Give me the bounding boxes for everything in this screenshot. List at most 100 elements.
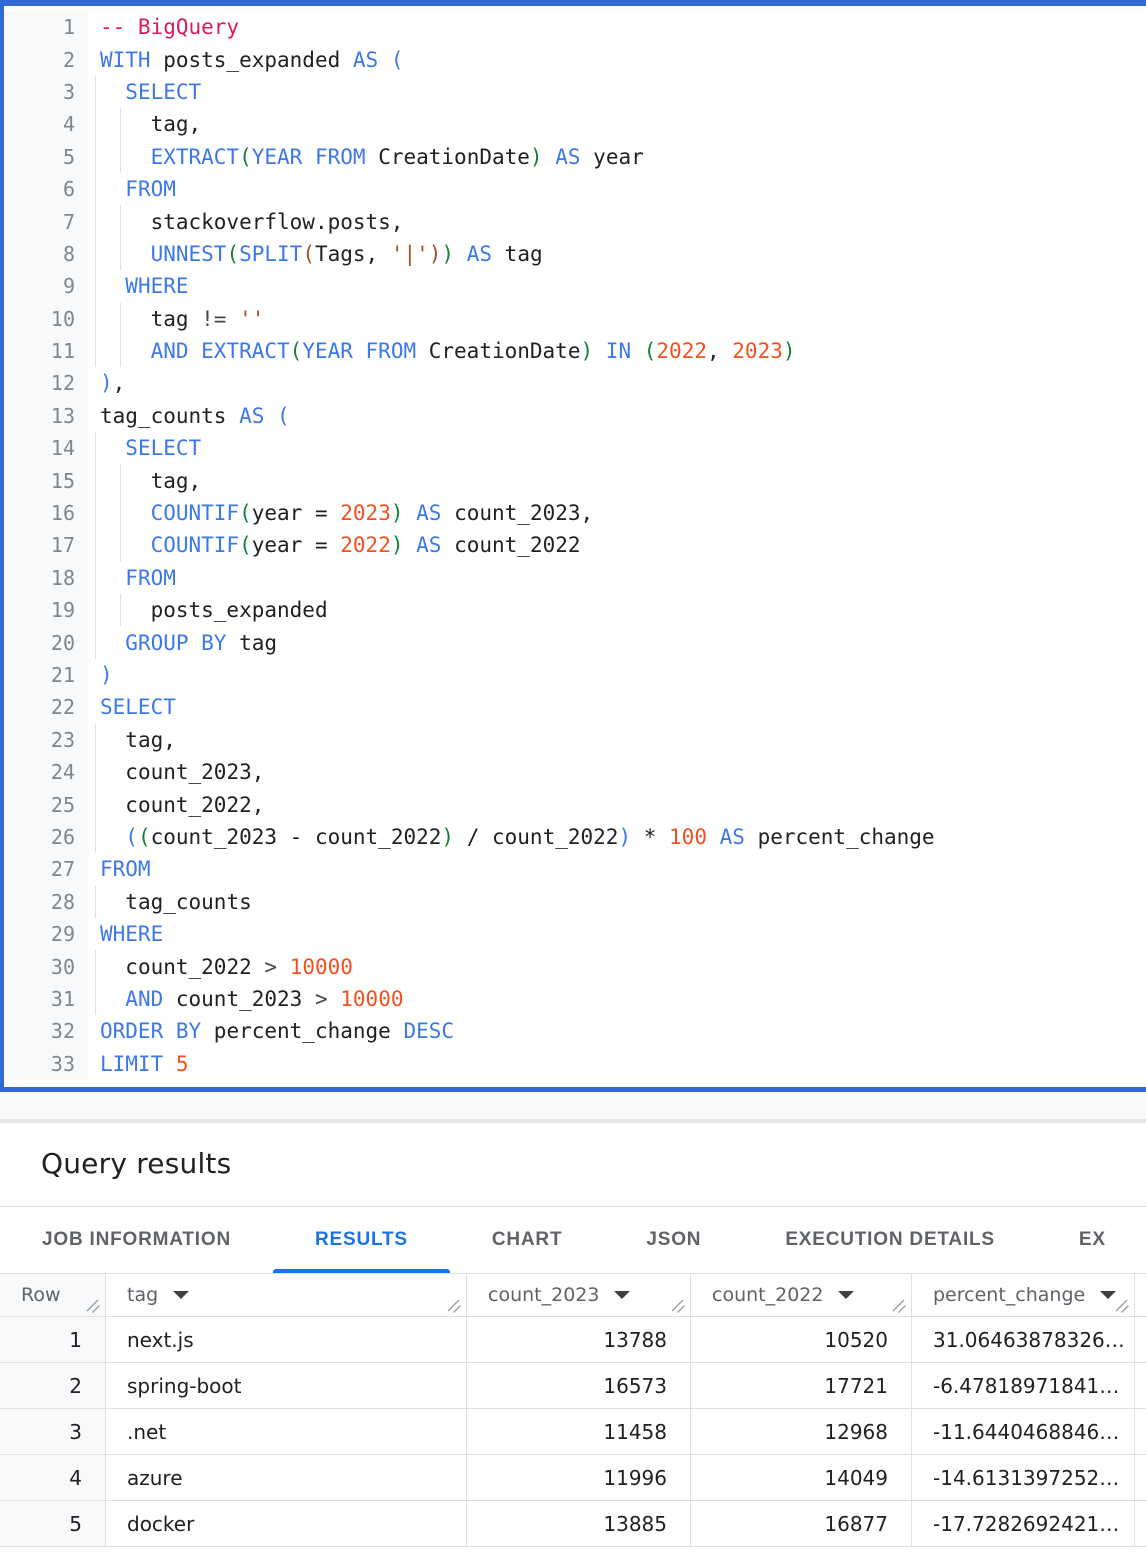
token-kw: ORDER BY bbox=[100, 1019, 201, 1043]
code-text[interactable]: ((count_2023 - count_2022) / count_2022)… bbox=[88, 825, 935, 849]
sql-editor[interactable]: 1-- BigQuery2WITH posts_expanded AS (3 S… bbox=[0, 0, 1146, 1092]
column-header-count_2023[interactable]: count_2023 bbox=[467, 1274, 691, 1316]
code-text[interactable]: count_2022, bbox=[88, 793, 264, 817]
token-b2: ) bbox=[441, 825, 454, 849]
column-menu-arrow-icon[interactable] bbox=[1100, 1291, 1116, 1299]
column-menu-arrow-icon[interactable] bbox=[614, 1291, 630, 1299]
column-header-count_2022[interactable]: count_2022 bbox=[691, 1274, 912, 1316]
cell-tag: next.js bbox=[106, 1317, 467, 1362]
panel-separator-band bbox=[0, 1092, 1146, 1119]
cell-tag: azure bbox=[106, 1455, 467, 1500]
token-b2: ) bbox=[441, 242, 454, 266]
token-id: count_2023, bbox=[441, 501, 593, 525]
code-text[interactable]: COUNTIF(year = 2023) AS count_2023, bbox=[88, 501, 593, 525]
token-op: > bbox=[315, 987, 328, 1011]
token-id: year = bbox=[252, 533, 341, 557]
indent-guide bbox=[95, 529, 96, 561]
code-text[interactable]: GROUP BY tag bbox=[88, 631, 277, 655]
code-text[interactable]: SELECT bbox=[88, 80, 201, 104]
token-kw: EXTRACT bbox=[151, 145, 240, 169]
column-header-label: percent_change bbox=[933, 1284, 1085, 1306]
line-number: 6 bbox=[4, 173, 88, 205]
tab-execution-details[interactable]: EXECUTION DETAILS bbox=[743, 1207, 1037, 1273]
code-line: 17 COUNTIF(year = 2022) AS count_2022 bbox=[4, 529, 1146, 561]
code-text[interactable]: SELECT bbox=[88, 695, 176, 719]
column-resize-grip-icon[interactable] bbox=[86, 1299, 100, 1313]
column-resize-grip-icon[interactable] bbox=[1115, 1299, 1129, 1313]
token-b1: ) bbox=[618, 825, 631, 849]
line-number: 29 bbox=[4, 918, 88, 950]
token-id: percent_change bbox=[201, 1019, 403, 1043]
table-row: 2spring-boot1657317721-6.47818971841… bbox=[0, 1363, 1146, 1409]
code-text[interactable]: SELECT bbox=[88, 436, 201, 460]
code-text[interactable]: FROM bbox=[88, 566, 176, 590]
code-line: 33LIMIT 5 bbox=[4, 1048, 1146, 1080]
code-text[interactable]: LIMIT 5 bbox=[88, 1052, 189, 1076]
code-line: 1-- BigQuery bbox=[4, 11, 1146, 43]
code-text[interactable]: AND EXTRACT(YEAR FROM CreationDate) IN (… bbox=[88, 339, 796, 363]
code-text[interactable]: FROM bbox=[88, 857, 151, 881]
column-header-tag[interactable]: tag bbox=[106, 1274, 467, 1316]
code-text[interactable]: posts_expanded bbox=[88, 598, 328, 622]
indent-guide bbox=[120, 464, 121, 496]
code-text[interactable]: count_2023, bbox=[88, 760, 264, 784]
code-text[interactable]: tag_counts bbox=[88, 890, 252, 914]
token-kw: AS bbox=[720, 825, 745, 849]
code-text[interactable]: tag_counts AS ( bbox=[88, 404, 290, 428]
indent-guide bbox=[120, 497, 121, 529]
indent-guide bbox=[95, 108, 96, 140]
token-num: 10000 bbox=[290, 955, 353, 979]
code-text[interactable]: EXTRACT(YEAR FROM CreationDate) AS year bbox=[88, 145, 644, 169]
line-number: 31 bbox=[4, 983, 88, 1015]
token-b2: ( bbox=[226, 242, 239, 266]
tab-results[interactable]: RESULTS bbox=[273, 1207, 450, 1273]
token-kw: AS bbox=[467, 242, 492, 266]
cell-row: 3 bbox=[0, 1409, 106, 1454]
tab-chart[interactable]: CHART bbox=[450, 1207, 605, 1273]
code-text[interactable]: tag != '' bbox=[88, 307, 264, 331]
code-text[interactable]: COUNTIF(year = 2022) AS count_2022 bbox=[88, 533, 581, 557]
token-id: count_2023 - count_2022 bbox=[151, 825, 442, 849]
code-text[interactable]: -- BigQuery bbox=[88, 15, 239, 39]
code-line: 3 SELECT bbox=[4, 76, 1146, 108]
column-resize-grip-icon[interactable] bbox=[447, 1299, 461, 1313]
code-line: 5 EXTRACT(YEAR FROM CreationDate) AS yea… bbox=[4, 141, 1146, 173]
code-text[interactable]: AND count_2023 > 10000 bbox=[88, 987, 403, 1011]
cell-count_2023: 13885 bbox=[467, 1501, 691, 1546]
code-text[interactable]: count_2022 > 10000 bbox=[88, 955, 353, 979]
column-resize-grip-icon[interactable] bbox=[892, 1299, 906, 1313]
tab-ex[interactable]: EX bbox=[1037, 1207, 1146, 1273]
line-number: 13 bbox=[4, 400, 88, 432]
line-number: 24 bbox=[4, 756, 88, 788]
token-id bbox=[404, 501, 417, 525]
code-text[interactable]: tag, bbox=[88, 469, 201, 493]
code-text[interactable]: WITH posts_expanded AS ( bbox=[88, 48, 403, 72]
code-line: 7 stackoverflow.posts, bbox=[4, 205, 1146, 237]
code-text[interactable]: tag, bbox=[88, 112, 201, 136]
code-text[interactable]: tag, bbox=[88, 728, 176, 752]
code-text[interactable]: FROM bbox=[88, 177, 176, 201]
indent-guide bbox=[95, 724, 96, 756]
line-number: 9 bbox=[4, 270, 88, 302]
tab-json[interactable]: JSON bbox=[604, 1207, 743, 1273]
code-text[interactable]: WHERE bbox=[88, 274, 189, 298]
column-header-label: count_2022 bbox=[712, 1284, 823, 1306]
code-text[interactable]: ) bbox=[88, 663, 113, 687]
line-number: 15 bbox=[4, 464, 88, 496]
code-text[interactable]: ORDER BY percent_change DESC bbox=[88, 1019, 454, 1043]
column-header-percent_change[interactable]: percent_change bbox=[912, 1274, 1135, 1316]
code-text[interactable]: WHERE bbox=[88, 922, 163, 946]
code-text[interactable]: UNNEST(SPLIT(Tags, '|')) AS tag bbox=[88, 242, 543, 266]
token-id: tag, bbox=[151, 469, 202, 493]
code-text[interactable]: stackoverflow.posts, bbox=[88, 210, 403, 234]
token-id bbox=[707, 825, 720, 849]
code-text[interactable]: ), bbox=[88, 371, 125, 395]
query-results-header: Query results bbox=[0, 1123, 1146, 1207]
column-menu-arrow-icon[interactable] bbox=[173, 1291, 189, 1299]
token-kw: FROM bbox=[125, 177, 176, 201]
column-resize-grip-icon[interactable] bbox=[671, 1299, 685, 1313]
column-menu-arrow-icon[interactable] bbox=[838, 1291, 854, 1299]
token-b1: ( bbox=[277, 404, 290, 428]
column-header-row[interactable]: Row bbox=[0, 1274, 106, 1316]
tab-job-information[interactable]: JOB INFORMATION bbox=[0, 1207, 273, 1273]
